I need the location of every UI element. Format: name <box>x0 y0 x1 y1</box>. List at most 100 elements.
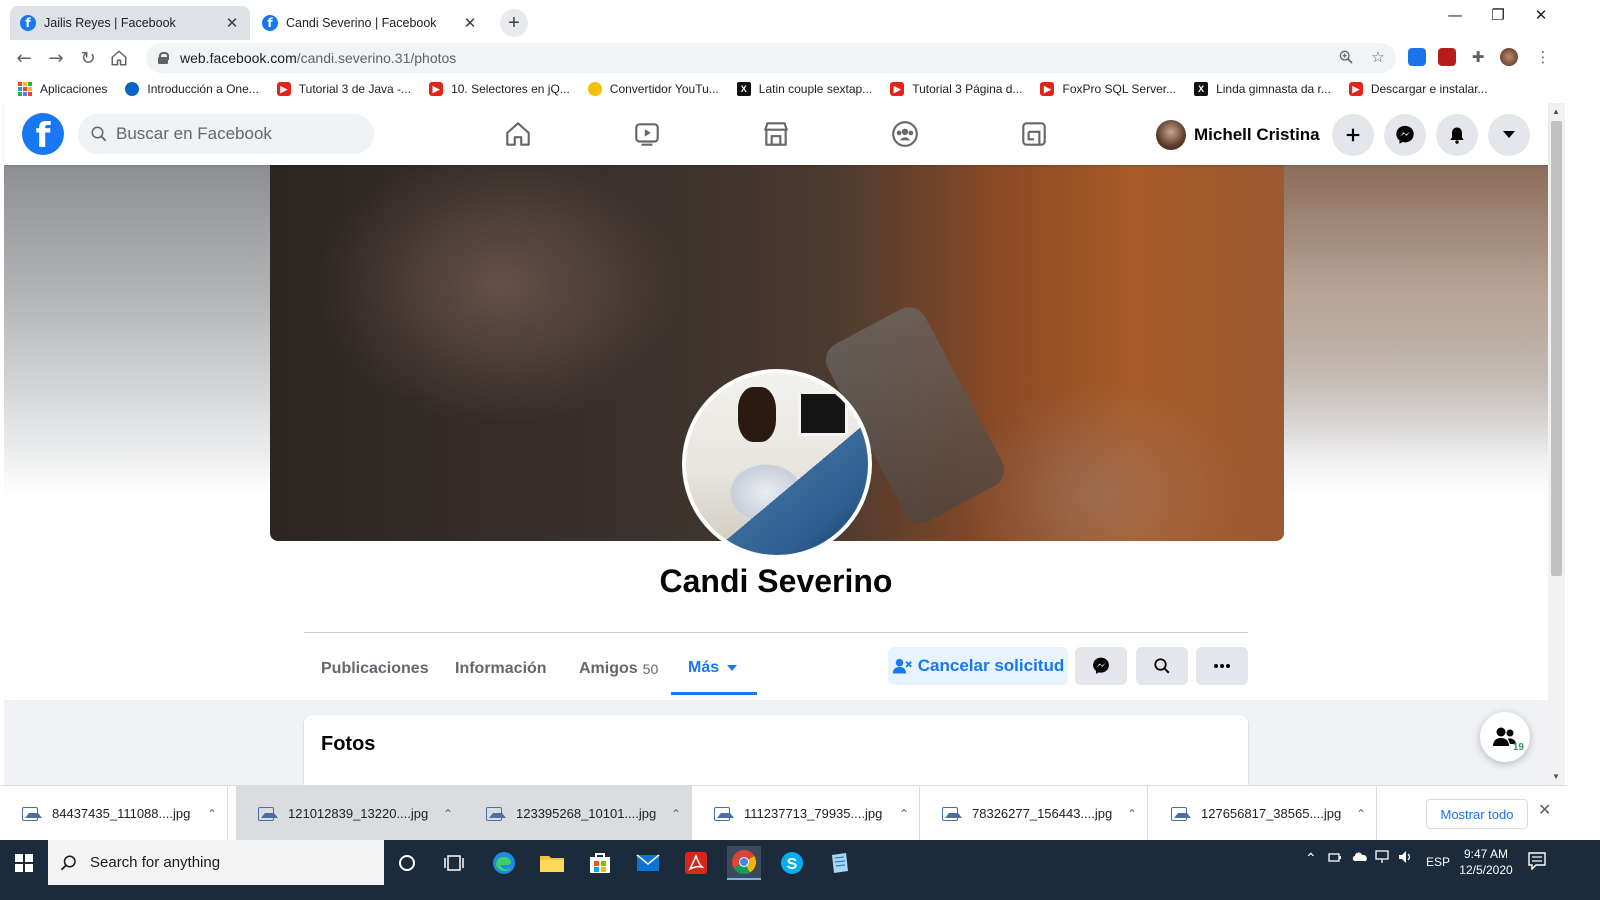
download-item[interactable]: 78326277_156443....jpg ⌃ <box>920 786 1148 841</box>
chrome-taskbar-icon[interactable] <box>727 846 761 880</box>
reload-button[interactable]: ↻ <box>74 44 102 72</box>
cancel-request-button[interactable]: Cancelar solicitud <box>888 647 1068 685</box>
forward-button[interactable]: → <box>42 44 70 72</box>
download-item[interactable]: 123395268_10101....jpg ⌃ <box>464 786 692 841</box>
marketplace-nav-icon[interactable] <box>759 117 793 151</box>
download-item[interactable]: 127656817_38565....jpg ⌃ <box>1149 786 1377 841</box>
image-file-icon <box>1171 806 1191 821</box>
watch-nav-icon[interactable] <box>630 117 664 151</box>
scrollbar-thumb[interactable] <box>1551 121 1562 576</box>
search-profile-button[interactable] <box>1136 647 1188 685</box>
chevron-up-icon[interactable]: ⌃ <box>1346 807 1376 821</box>
download-filename: 84437435_111088....jpg <box>52 806 191 821</box>
notifications-button[interactable] <box>1436 114 1478 156</box>
x-icon: X <box>736 82 751 96</box>
task-view-icon[interactable] <box>437 846 471 880</box>
extension-blue-icon[interactable] <box>1408 48 1426 66</box>
browser-tab-1[interactable]: f Jailis Reyes | Facebook ✕ <box>10 6 250 40</box>
search-input[interactable] <box>116 124 356 144</box>
groups-nav-icon[interactable] <box>888 117 922 151</box>
bookmark-item[interactable]: Convertidor YouTu... <box>587 82 719 96</box>
chevron-up-icon[interactable]: ⌃ <box>433 807 463 821</box>
profile-picture[interactable] <box>682 369 872 559</box>
file-explorer-icon[interactable] <box>535 846 569 880</box>
user-profile-link[interactable]: Michell Cristina <box>1156 117 1320 153</box>
tab-friends[interactable]: Amigos 50 <box>562 643 675 695</box>
pdf-extension-icon[interactable] <box>1438 48 1456 66</box>
cortana-icon[interactable] <box>390 846 424 880</box>
windows-logo-icon <box>15 853 33 872</box>
taskbar-search[interactable]: Search for anything <box>48 840 384 885</box>
messenger-button[interactable] <box>1384 114 1426 156</box>
chevron-up-icon[interactable]: ⌃ <box>197 807 227 821</box>
minimize-button[interactable]: — <box>1434 2 1476 28</box>
home-button[interactable] <box>105 44 133 72</box>
new-tab-button[interactable]: + <box>500 9 528 37</box>
close-download-shelf-icon[interactable]: ✕ <box>1538 800 1551 819</box>
acrobat-icon[interactable] <box>679 846 713 880</box>
chevron-up-icon[interactable]: ⌃ <box>661 807 691 821</box>
profile-picture-detail <box>738 387 776 442</box>
account-menu-button[interactable] <box>1488 114 1530 156</box>
scroll-down-icon[interactable]: ▼ <box>1552 772 1560 781</box>
bookmark-item[interactable]: ▶ FoxPro SQL Server... <box>1040 82 1176 96</box>
bookmark-label: Tutorial 3 Página d... <box>912 82 1023 96</box>
close-tab-icon[interactable]: ✕ <box>462 14 478 32</box>
scroll-up-icon[interactable]: ▲ <box>1552 107 1560 116</box>
store-icon[interactable] <box>583 846 617 880</box>
tab-info[interactable]: Información <box>438 643 564 695</box>
tab-more[interactable]: Más <box>671 643 757 695</box>
download-item[interactable]: 121012839_13220....jpg ⌃ <box>236 786 464 841</box>
chevron-up-icon[interactable]: ⌃ <box>1117 807 1147 821</box>
zoom-icon[interactable] <box>1335 46 1357 68</box>
tab-posts[interactable]: Publicaciones <box>304 643 446 695</box>
back-button[interactable]: ← <box>10 44 38 72</box>
bookmark-star-icon[interactable]: ☆ <box>1367 46 1389 68</box>
download-item[interactable]: 84437435_111088....jpg ⌃ <box>0 786 228 841</box>
network-icon[interactable] <box>1375 850 1391 867</box>
create-button[interactable] <box>1332 114 1374 156</box>
gaming-nav-icon[interactable] <box>1017 117 1051 151</box>
chevron-up-icon[interactable]: ⌃ <box>889 807 919 821</box>
close-window-button[interactable]: ✕ <box>1520 2 1562 28</box>
app-taskbar-icon[interactable] <box>823 846 857 880</box>
page-scrollbar[interactable]: ▲ ▼ <box>1548 103 1565 785</box>
bookmark-apps[interactable]: Aplicaciones <box>18 82 107 96</box>
bookmark-item[interactable]: X Linda gimnasta da r... <box>1194 82 1331 96</box>
chrome-menu-icon[interactable]: ⋮ <box>1532 46 1554 68</box>
browser-tab-2[interactable]: f Candi Severino | Facebook ✕ <box>252 6 488 40</box>
restore-button[interactable]: ❐ <box>1477 2 1519 28</box>
onedrive-icon[interactable] <box>1351 850 1369 865</box>
bookmark-item[interactable]: Introducción a One... <box>125 82 259 96</box>
language-indicator[interactable]: ESP <box>1426 855 1450 869</box>
address-bar[interactable]: web.facebook.com/candi.severino.31/photo… <box>146 43 1396 73</box>
friends-online-button[interactable]: 19 <box>1480 712 1530 762</box>
taskbar-search-placeholder: Search for anything <box>90 854 221 871</box>
taskbar-clock[interactable]: 9:47 AM 12/5/2020 <box>1450 846 1522 878</box>
home-nav-icon[interactable] <box>501 117 535 151</box>
download-item[interactable]: 111237713_79935....jpg ⌃ <box>692 786 920 841</box>
bookmark-item[interactable]: ▶ Tutorial 3 de Java -... <box>276 82 411 96</box>
facebook-search[interactable] <box>78 114 374 154</box>
youtube-icon: ▶ <box>429 82 444 96</box>
bookmark-item[interactable]: ▶ Descargar e instalar... <box>1348 82 1488 96</box>
bookmark-item[interactable]: ▶ 10. Selectores en jQ... <box>429 82 570 96</box>
action-center-icon[interactable] <box>1528 852 1546 873</box>
message-button[interactable] <box>1075 647 1127 685</box>
start-button[interactable] <box>0 840 48 885</box>
volume-icon[interactable] <box>1398 850 1414 867</box>
extensions-puzzle-icon[interactable]: ✚ <box>1467 46 1489 68</box>
chrome-profile-avatar[interactable] <box>1500 48 1518 66</box>
facebook-logo-icon[interactable]: f <box>22 113 64 155</box>
more-options-button[interactable] <box>1196 647 1248 685</box>
close-tab-icon[interactable]: ✕ <box>224 14 240 32</box>
bookmark-item[interactable]: X Latin couple sextap... <box>736 82 872 96</box>
bookmark-item[interactable]: ▶ Tutorial 3 Página d... <box>890 82 1022 96</box>
mail-icon[interactable] <box>631 846 665 880</box>
edge-browser-icon[interactable] <box>487 846 521 880</box>
network-battery-icon[interactable] <box>1328 850 1344 867</box>
lock-icon <box>158 52 169 64</box>
show-all-downloads-button[interactable]: Mostrar todo <box>1426 799 1528 829</box>
show-hidden-icons-icon[interactable]: ⌃ <box>1305 850 1317 867</box>
skype-icon[interactable]: S <box>775 846 809 880</box>
